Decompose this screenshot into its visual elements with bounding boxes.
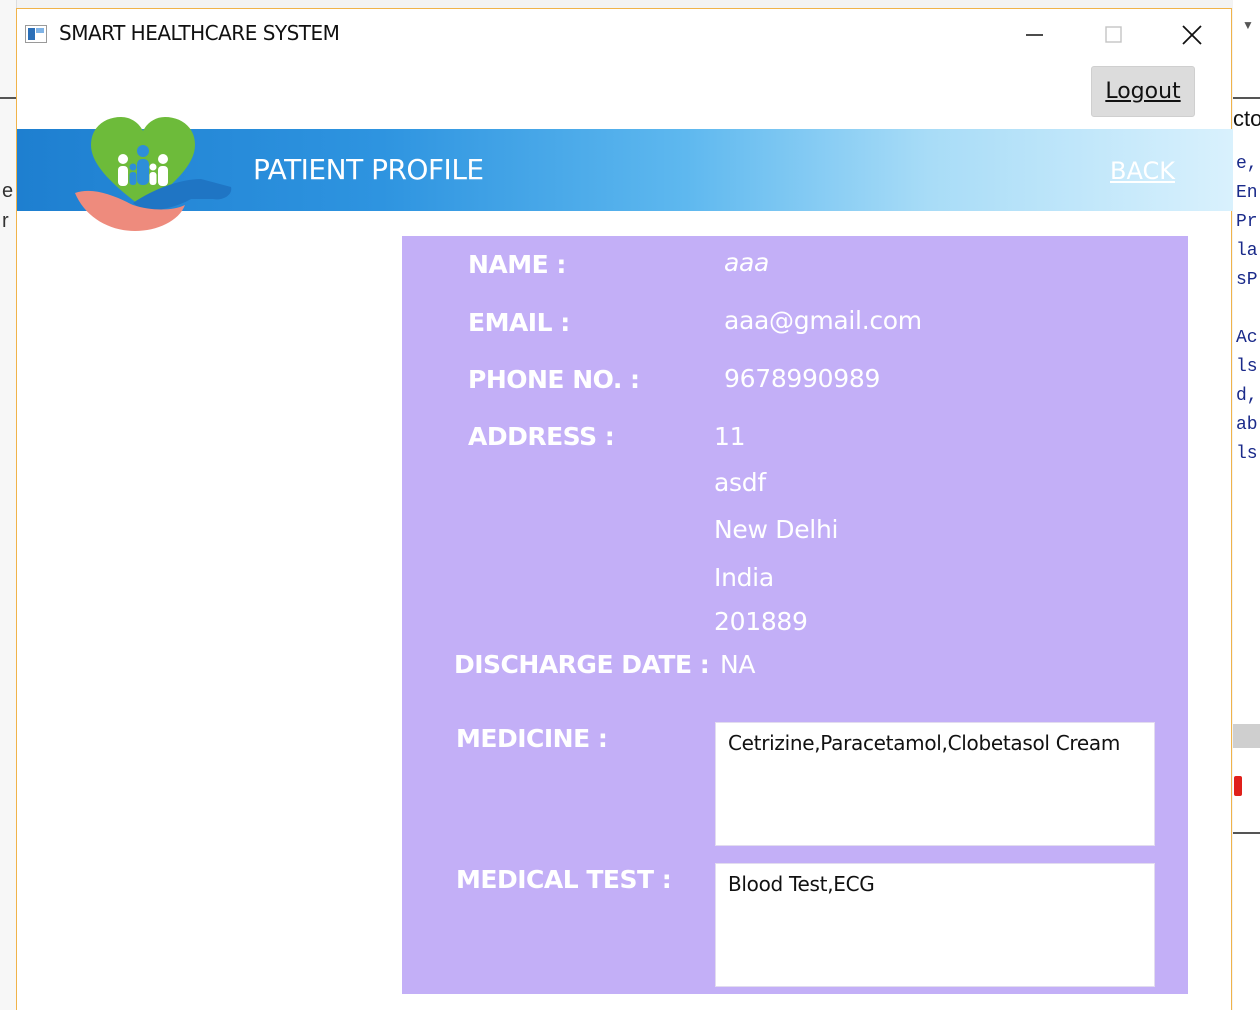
close-button[interactable] <box>1169 15 1215 55</box>
address-label: ADDRESS : <box>468 422 615 451</box>
background-window-left: e r <box>0 0 17 1010</box>
medical-test-label: MEDICAL TEST : <box>456 865 672 894</box>
background-code-line: ab <box>1236 415 1258 435</box>
logout-button[interactable]: Logout <box>1091 66 1195 117</box>
background-code-line: Ac <box>1236 328 1258 348</box>
background-divider <box>1233 832 1260 834</box>
address-line: asdf <box>714 468 766 497</box>
background-divider <box>1233 97 1260 99</box>
patient-profile-panel: NAME : aaa EMAIL : aaa@gmail.com PHONE N… <box>402 236 1188 994</box>
background-error-marker <box>1234 776 1242 796</box>
app-icon <box>25 25 47 43</box>
background-scrollbar <box>1233 724 1260 748</box>
name-value: aaa <box>724 248 770 277</box>
email-label: EMAIL : <box>468 308 570 337</box>
background-code-line: sP <box>1236 270 1258 290</box>
address-line: New Delhi <box>714 515 839 544</box>
background-code-line: la <box>1236 241 1258 261</box>
background-code-fragment: e, En Pr la sP Ac ls d, ab ls <box>1236 150 1258 469</box>
medicine-label: MEDICINE : <box>456 724 608 753</box>
app-window: SMART HEALTHCARE SYSTEM Logout PATIENT P… <box>16 8 1233 1010</box>
discharge-date-value: NA <box>720 650 756 679</box>
maximize-icon <box>1105 26 1122 43</box>
medical-test-field[interactable]: Blood Test,ECG <box>715 863 1155 987</box>
background-code-line: ls <box>1236 444 1258 464</box>
address-line: India <box>714 563 774 592</box>
discharge-date-label: DISCHARGE DATE : <box>454 650 710 679</box>
medicine-field[interactable]: Cetrizine,Paracetamol,Clobetasol Cream <box>715 722 1155 846</box>
background-code-line: ls <box>1236 357 1258 377</box>
minimize-icon <box>1026 34 1043 36</box>
background-text-fragment: r <box>2 210 9 232</box>
close-icon <box>1182 25 1202 45</box>
back-link[interactable]: BACK <box>1110 157 1175 185</box>
phone-value: 9678990989 <box>724 364 881 393</box>
name-label: NAME : <box>468 250 566 279</box>
background-code-line: Pr <box>1236 212 1258 232</box>
address-line: 11 <box>714 422 746 451</box>
background-code-line <box>1236 295 1258 324</box>
maximize-button[interactable] <box>1091 15 1137 55</box>
address-line: 201889 <box>714 607 808 636</box>
window-title: SMART HEALTHCARE SYSTEM <box>59 21 340 45</box>
background-text-fragment: e <box>2 180 14 202</box>
background-code-line: d, <box>1236 386 1258 406</box>
healthcare-logo-icon <box>75 117 232 231</box>
background-text-fragment: cto <box>1233 106 1260 131</box>
page-title: PATIENT PROFILE <box>253 153 484 186</box>
email-value: aaa@gmail.com <box>724 306 922 335</box>
background-divider <box>0 97 16 99</box>
phone-label: PHONE NO. : <box>468 365 640 394</box>
background-dropdown-icon: ▼ <box>1242 18 1254 32</box>
background-code-line: En <box>1236 183 1258 203</box>
title-bar: SMART HEALTHCARE SYSTEM <box>17 9 1231 57</box>
background-code-line: e, <box>1236 154 1258 174</box>
minimize-button[interactable] <box>1011 15 1057 55</box>
